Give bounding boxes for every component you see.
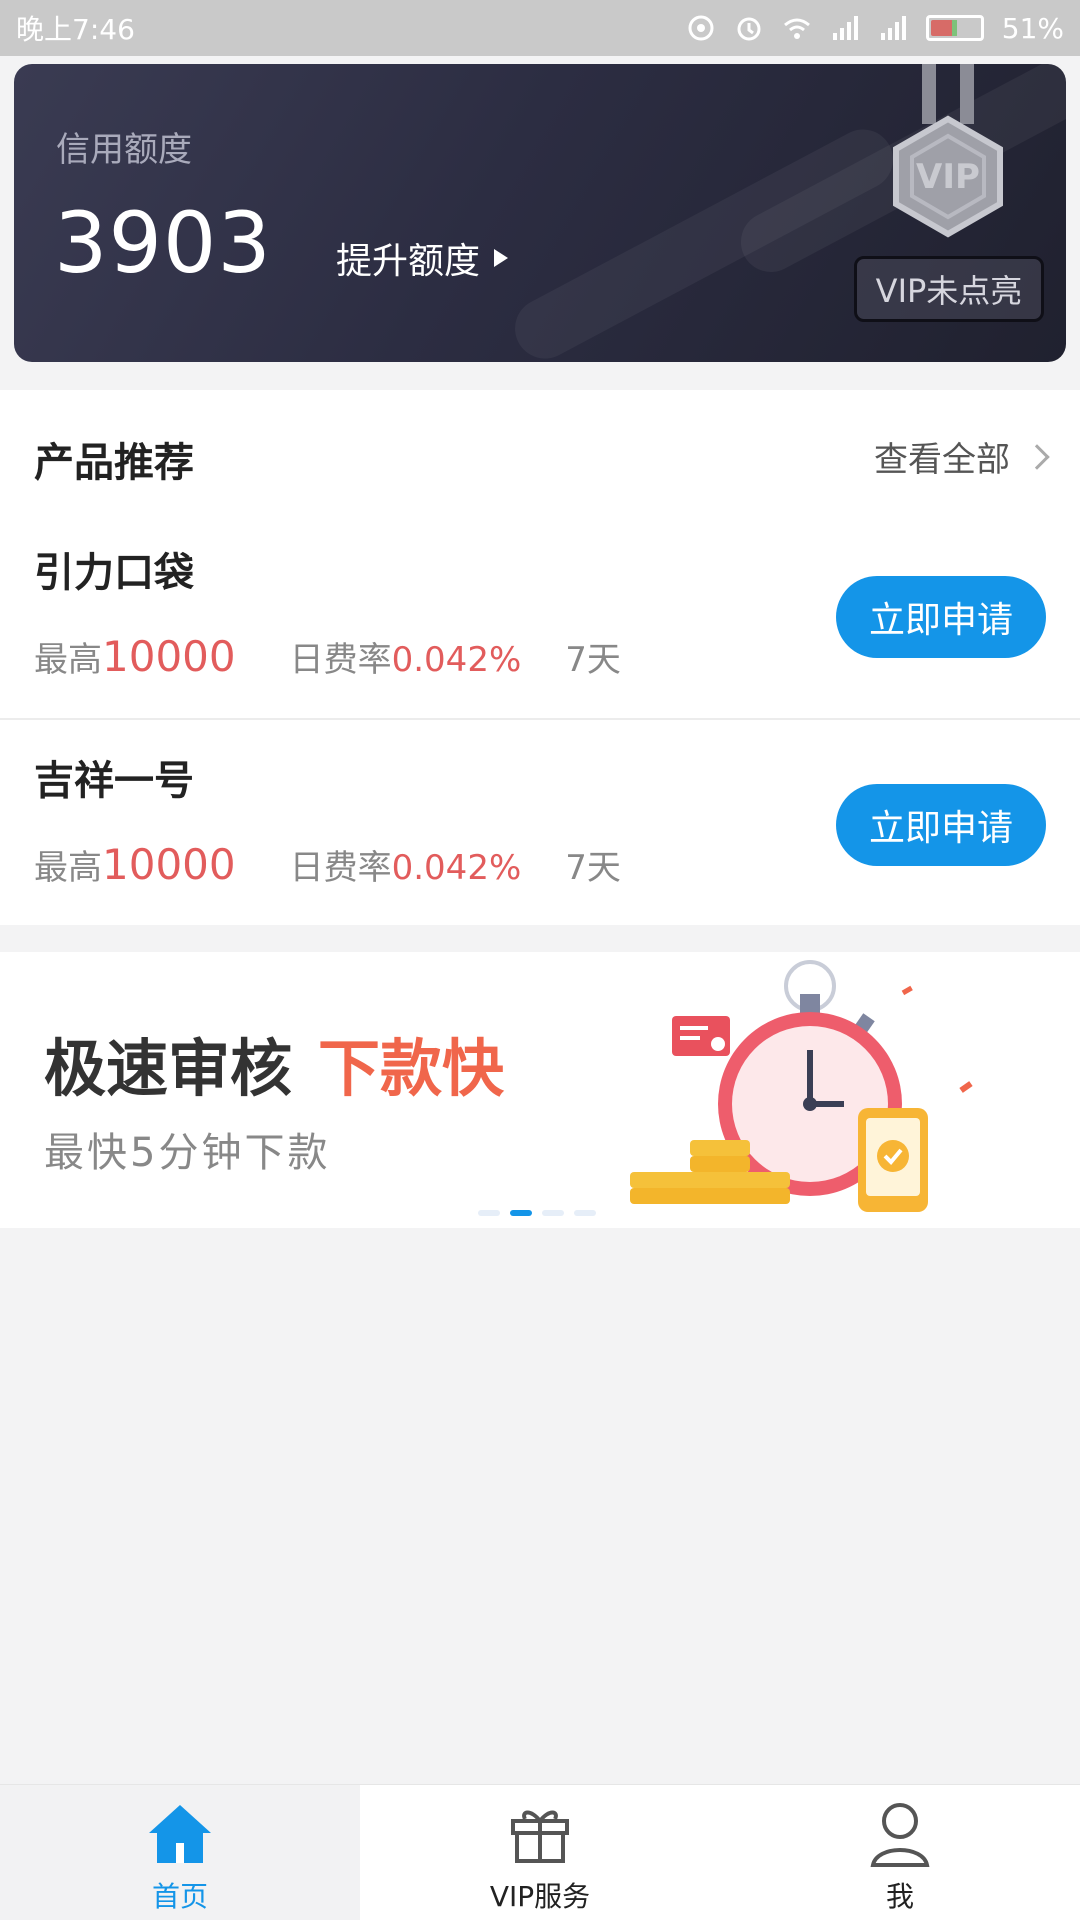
gift-icon [511,1810,569,1863]
status-icons: 51% [686,12,1064,45]
products-title: 产品推荐 [34,440,194,486]
product-recommendations: 产品推荐 查看全部 引力口袋 最高 10000 日费率 0.042% 7天 立即… [0,390,1080,925]
tab-me[interactable]: 我 [720,1785,1080,1920]
max-label: 最高 [34,848,102,888]
product-name: 引力口袋 [34,550,194,596]
rate-value: 0.042% [391,848,522,888]
view-all-label: 查看全部 [874,440,1010,480]
max-value: 10000 [102,632,236,681]
user-icon [870,1803,930,1867]
home-icon [149,1805,211,1863]
signal-icon [832,16,858,40]
view-all-link[interactable]: 查看全部 [874,432,1050,481]
battery-icon [925,15,984,41]
max-label: 最高 [34,640,102,680]
products-header: 产品推荐 查看全部 [0,390,1080,518]
banner-title-accent: 下款快 [318,1032,505,1105]
stopwatch-coins-illustration [630,960,973,1212]
signal-icon-2 [880,16,906,40]
credit-amount: 3903 [54,194,272,292]
divider [0,718,1080,720]
banner-subtitle: 最快5分钟下款 [44,1130,331,1176]
vip-status-badge[interactable]: VIP未点亮 [854,256,1044,322]
tab-home-label: 首页 [151,1880,208,1913]
credit-card: 信用额度 3903 提升额度 VIP VIP未点亮 [14,64,1066,362]
wifi-icon [783,18,810,39]
carousel-dot[interactable] [542,1210,564,1216]
carousel-indicator[interactable] [478,1210,596,1216]
vip-medal-icon: VIP [893,64,1003,238]
decor-streak [504,118,904,362]
raise-limit-label: 提升额度 [336,241,481,282]
carousel-dot-active[interactable] [510,1210,532,1216]
rate-label: 日费率 [289,640,392,680]
apply-button[interactable]: 立即申请 [836,784,1046,866]
promo-banner[interactable]: 极速审核 下款快 最快5分钟下款 [0,952,1080,1228]
vip-medal-text: VIP [916,157,980,197]
term-value: 7天 [565,848,621,888]
product-stats: 最高 10000 日费率 0.042% 7天 [34,840,621,889]
tab-home[interactable]: 首页 [0,1785,360,1920]
chevron-right-icon [1024,443,1050,470]
bottom-tab-bar: 首页 VIP服务 我 [0,1784,1080,1920]
raise-limit-link[interactable]: 提升额度 [336,232,509,284]
alarm-icon [737,17,761,41]
rate-label: 日费率 [289,848,392,888]
banner-title: 极速审核 下款快 [44,1018,504,1108]
max-value: 10000 [102,840,236,889]
apply-button[interactable]: 立即申请 [836,576,1046,658]
credit-title: 信用额度 [56,130,192,170]
battery-percent: 51% [1001,11,1064,45]
tab-vip-label: VIP服务 [489,1880,591,1913]
status-time: 晚上7:46 [16,13,135,46]
tab-me-label: 我 [885,1880,914,1913]
product-item: 引力口袋 最高 10000 日费率 0.042% 7天 立即申请 [0,520,1080,725]
tab-vip-service[interactable]: VIP服务 [360,1785,720,1920]
term-value: 7天 [565,640,621,680]
carousel-dot[interactable] [478,1210,500,1216]
hotspot-icon [688,15,714,41]
rate-value: 0.042% [391,640,522,680]
banner-title-main: 极速审核 [44,1032,293,1105]
product-name: 吉祥一号 [34,758,194,804]
play-arrow-icon [494,249,509,267]
status-bar: 晚上7:46 51% [0,0,1080,56]
product-stats: 最高 10000 日费率 0.042% 7天 [34,632,621,681]
product-item: 吉祥一号 最高 10000 日费率 0.042% 7天 立即申请 [0,728,1080,933]
carousel-dot[interactable] [574,1210,596,1216]
